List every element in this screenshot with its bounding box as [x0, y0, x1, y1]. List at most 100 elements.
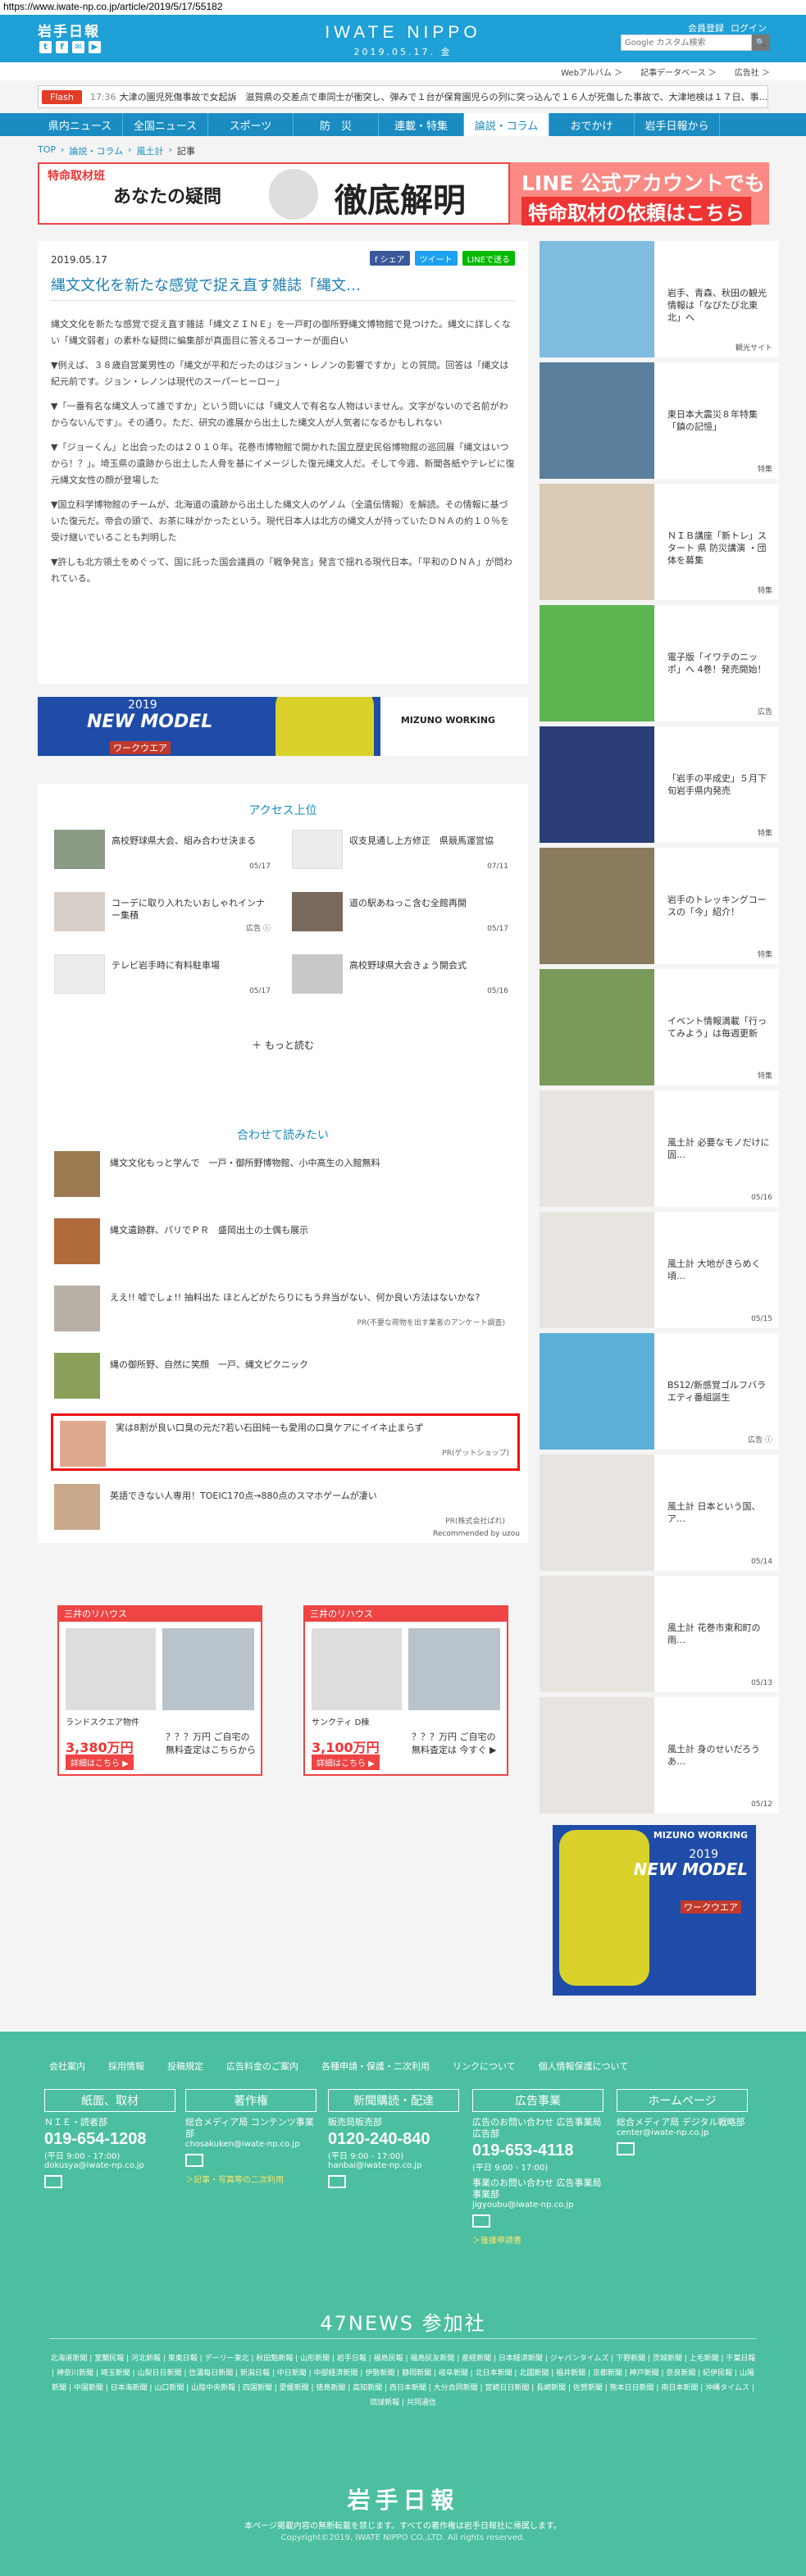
- sidebar-item-title: 風土計 身のせいだろう あ…: [667, 1744, 760, 1767]
- investigation-banner[interactable]: 特命取材班 あなたの疑問 徹底解明 LINE 公式アカウントでも受付 特命取材の…: [38, 162, 769, 225]
- subnav-ad[interactable]: 広告社 ＞: [735, 66, 770, 78]
- crumb-fudokei[interactable]: 風土計: [137, 144, 164, 157]
- sidebar-item[interactable]: 「岩手の平成史」５月下旬岩手県内発売 特集: [540, 726, 779, 843]
- facebook-share-button[interactable]: f シェア: [369, 251, 410, 266]
- sidebar-item[interactable]: BS12/新感覚ゴルフバラエティ番組誕生 広告 ⓘ: [540, 1333, 779, 1450]
- recommend-credit: Recommended by uzou: [433, 1530, 520, 1538]
- tweet-button[interactable]: ツイート: [414, 251, 458, 266]
- sidebar-item-title: BS12/新感覚ゴルフバラエティ番組誕生: [667, 1380, 767, 1403]
- mail-icon[interactable]: [617, 2142, 635, 2155]
- contact-label: 総合メディア局 コンテンツ事業部: [185, 2117, 314, 2139]
- crumb-editorial[interactable]: 論説・コラム: [69, 144, 123, 157]
- recommend-thumb: [54, 1218, 100, 1264]
- placeholder-thumb: [54, 954, 105, 994]
- footer-link[interactable]: 採用情報: [108, 2059, 144, 2073]
- sidebar-item[interactable]: イベント情報満載「行ってみよう」は毎週更新 特集: [540, 969, 779, 1085]
- footer-contact-subscription: 新聞購読・配達 販売局販売部 0120-240-840 (平日 9:00 - 1…: [328, 2089, 459, 2191]
- ranking-item[interactable]: 高校野球県大会きょう開会式 05/16: [292, 954, 513, 995]
- banner-manga-text: 特命取材班: [48, 170, 105, 183]
- sidebar-item[interactable]: 東日本大震災８年特集「鎮の記憶」 特集: [540, 362, 779, 479]
- footer-link[interactable]: リンクについて: [453, 2059, 516, 2073]
- mail-icon[interactable]: [328, 2175, 346, 2188]
- ranking-item[interactable]: 高校野球県大会、組み合わせ決まる 05/17: [54, 830, 275, 871]
- search-input[interactable]: [621, 34, 752, 51]
- contact-mail[interactable]: hanbai@iwate-np.co.jp: [328, 2161, 459, 2170]
- footer-link[interactable]: 投稿規定: [167, 2059, 203, 2073]
- recommend-item-title: 英語できない人専用！TOEIC170点→880点のスマホゲームが凄い: [110, 1491, 377, 1501]
- sidebar-item-title: 風土計 花巻市東和町の雨…: [667, 1623, 761, 1645]
- nav-features[interactable]: 連載・特集: [379, 113, 464, 136]
- line-share-button[interactable]: LINEで送る: [462, 251, 515, 266]
- recommend-item[interactable]: 縄の御所野、自然に笑顔 一戸、縄文ピクニック: [54, 1353, 513, 1402]
- flash-text[interactable]: 大津の園児死傷事故で女起訴 滋賀県の交差点で車同士が衝突し、弾みで１台が保育園児…: [120, 90, 767, 103]
- nav-from-nippo[interactable]: 岩手日報から: [635, 113, 720, 136]
- sidebar-item[interactable]: ＮＩＢ講座「新トレ」スタート 県 防災講演 ・団体を募集 特集: [540, 484, 779, 600]
- sidebar-item-title: イベント情報満載「行ってみよう」は毎週更新: [667, 1016, 767, 1039]
- mizuno-side-ad[interactable]: MIZUNO WORKING 2019 NEW MODEL ワークウエア: [553, 1825, 756, 1996]
- url-bar[interactable]: https://www.iwate-np.co.jp/article/2019/…: [0, 0, 806, 15]
- more-button[interactable]: ＋ もっと読む: [38, 1038, 528, 1052]
- ranking-item[interactable]: 収支見通し上方修正 県競馬運営協 07/11: [292, 830, 513, 871]
- ranking-item-date: 07/11: [487, 862, 508, 871]
- recommend-item[interactable]: 縄文文化もっと学んで 一戸・御所野博物館、小中高生の入館無料: [54, 1151, 513, 1200]
- crumb-top[interactable]: TOP: [38, 144, 56, 157]
- login-link[interactable]: ログイン: [731, 21, 767, 34]
- contact-mail[interactable]: dokusya@iwate-np.co.jp: [44, 2161, 175, 2170]
- details-button[interactable]: 詳細はこちら ▶: [312, 1755, 380, 1770]
- contact-mail[interactable]: chosakuken@iwate-np.co.jp: [185, 2140, 316, 2149]
- nav-prefecture[interactable]: 県内ニュース: [38, 113, 123, 136]
- subnav-database[interactable]: 記事データベース ＞: [640, 66, 717, 78]
- sidebar-item-caption: 観光サイト: [735, 344, 772, 353]
- ranking-thumb: [54, 830, 105, 869]
- recommend-item[interactable]: ええ!! 嘘でしょ!! 抽料出た ほとんどがたらりにもう弁当がない、何か良い方法…: [54, 1286, 513, 1335]
- nav-sports[interactable]: スポーツ: [208, 113, 294, 136]
- real-estate-ad[interactable]: 三井のリハウス サンクティ D棟 3,100万円 詳細はこちら ▶ ？？？万円 …: [303, 1605, 508, 1776]
- sidebar-item[interactable]: 風土計 必要なモノだけに固… 05/16: [540, 1090, 779, 1207]
- sidebar-item[interactable]: 岩手のトレッキングコースの「今」紹介！ 特集: [540, 848, 779, 964]
- mail-icon[interactable]: [472, 2214, 490, 2228]
- search-button[interactable]: 🔍: [752, 34, 770, 51]
- real-estate-ad[interactable]: 三井のリハウス ランドスクエア物件 3,380万円 詳細はこちら ▶ ？？？万円…: [57, 1605, 262, 1776]
- sidebar-item[interactable]: 風土計 花巻市東和町の雨… 05/13: [540, 1576, 779, 1692]
- news47-title: 47NEWS 参加社: [320, 2312, 486, 2335]
- mizuno-wide-ad[interactable]: 2019 NEW MODEL ワークウエア MIZUNO WORKING: [38, 697, 528, 756]
- ad-model: NEW MODEL: [87, 712, 213, 732]
- contact-extra-link[interactable]: ＞後援申請書: [472, 2233, 603, 2246]
- mail-icon[interactable]: [185, 2154, 203, 2167]
- ad-head: 三井のリハウス: [59, 1607, 261, 1622]
- sidebar-item[interactable]: 風土計 身のせいだろう あ… 05/12: [540, 1697, 779, 1814]
- details-button[interactable]: 詳細はこちら ▶: [66, 1755, 134, 1770]
- sidebar-item[interactable]: 風土計 大地がきらめく頃… 05/15: [540, 1212, 779, 1328]
- placeholder-thumb: [540, 1090, 654, 1207]
- footer-link[interactable]: 各種申請・保護・二次利用: [321, 2059, 430, 2073]
- nav-outing[interactable]: おでかけ: [549, 113, 635, 136]
- mail-icon[interactable]: [44, 2175, 62, 2188]
- nav-national[interactable]: 全国ニュース: [123, 113, 208, 136]
- ranking-item[interactable]: テレビ岩手時に有料駐車場 05/17: [54, 954, 275, 995]
- subnav-album[interactable]: Webアルバム ＞: [561, 66, 622, 78]
- nav-editorial[interactable]: 論説・コラム: [464, 113, 549, 136]
- ranking-item[interactable]: コーデに取り入れたいおしゃれインナー集積 広告 ⓘ: [54, 892, 275, 933]
- contact-mail[interactable]: jigyoubu@iwate-np.co.jp: [472, 2201, 603, 2210]
- contact-label: 広告のお問い合わせ 広告事業局広告部: [472, 2117, 602, 2139]
- register-link[interactable]: 会員登録: [688, 21, 724, 34]
- recommend-item[interactable]: 英語できない人専用！TOEIC170点→880点のスマホゲームが凄い PR(株式…: [54, 1484, 513, 1533]
- nav-disaster[interactable]: 防 災: [294, 113, 379, 136]
- flash-news[interactable]: Flash 17:36 大津の園児死傷事故で女起訴 滋賀県の交差点で車同士が衝突…: [38, 85, 768, 108]
- ad-sub: ワークウエア: [681, 1900, 741, 1914]
- contact-mail[interactable]: center@iwate-np.co.jp: [617, 2128, 748, 2137]
- sidebar-item-title: 「岩手の平成史」５月下旬岩手県内発売: [667, 773, 767, 796]
- recommend-item-source: PR(ゲットショップ): [442, 1450, 509, 1458]
- sidebar-item[interactable]: 岩手、青森、秋田の観光情報は「なびたび北東北」へ 観光サイト: [540, 241, 779, 357]
- footer-link[interactable]: 会社案内: [49, 2059, 85, 2073]
- footer-link[interactable]: 個人情報保護について: [539, 2059, 629, 2073]
- member-papers[interactable]: 北海道新聞 | 室蘭民報 | 河北新報 | 東奥日報 | デーリー東北 | 秋田…: [49, 2351, 757, 2410]
- sidebar-item[interactable]: 風土計 日本という国、ア… 05/14: [540, 1454, 779, 1571]
- contact-extra-link[interactable]: ＞記事・写真等の二次利用: [185, 2173, 316, 2185]
- recommend-item[interactable]: 縄文遺跡群、パリでＰＲ 盛岡出土の土偶も展示: [54, 1218, 513, 1268]
- ranking-item[interactable]: 道の駅あねっこ含む全館再開 05/17: [292, 892, 513, 933]
- sidebar-item[interactable]: 電子版「イワテのニッポ」へ 4巻！発売開始！ 広告: [540, 605, 779, 721]
- footer-link[interactable]: 広告料金のご案内: [226, 2059, 298, 2073]
- footer-logo[interactable]: 岩手日報: [0, 2483, 806, 2515]
- highlighted-recommend-item[interactable]: 実は8割が良い口臭の元だ?若い石田純一も愛用の口臭ケアにイイネ止まらず PR(ゲ…: [51, 1413, 520, 1471]
